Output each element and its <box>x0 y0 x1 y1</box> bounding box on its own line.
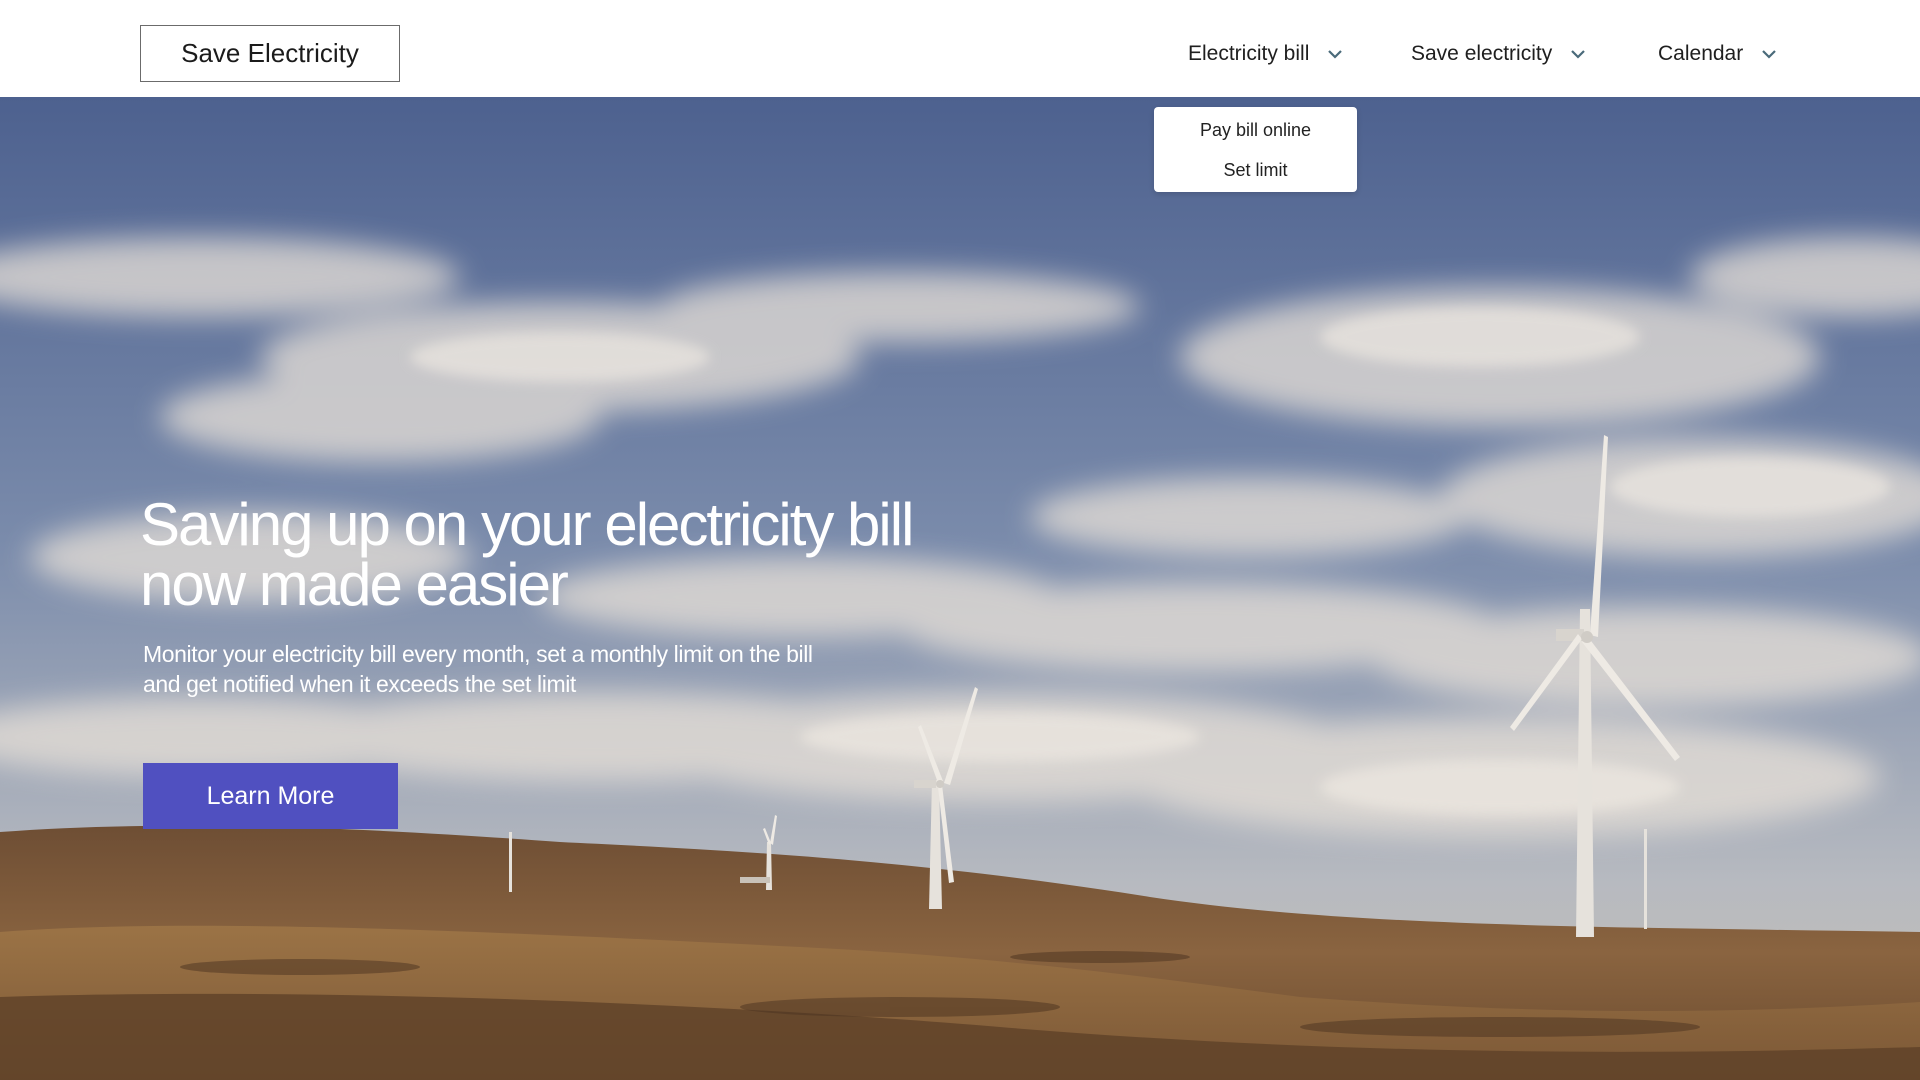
chevron-down-icon <box>1759 44 1779 64</box>
hero-subtext-line-1: Monitor your electricity bill every mont… <box>143 641 813 667</box>
nav-item-calendar[interactable]: Calendar <box>1658 30 1779 78</box>
hero-subtext: Monitor your electricity bill every mont… <box>143 639 843 699</box>
menu-item-pay-bill-online[interactable]: Pay bill online <box>1154 110 1357 150</box>
hero-headline-line-1: Saving up on your electricity bill <box>140 491 914 558</box>
nav-item-electricity-bill[interactable]: Electricity bill <box>1188 30 1345 78</box>
hero-subtext-line-2: and get notified when it exceeds the set… <box>143 671 576 697</box>
hero-headline: Saving up on your electricity bill now m… <box>140 495 1040 615</box>
hero-section: Saving up on your electricity bill now m… <box>0 97 1920 1080</box>
learn-more-button[interactable]: Learn More <box>143 763 398 829</box>
chevron-down-icon <box>1325 44 1345 64</box>
site-logo-text: Save Electricity <box>181 38 359 68</box>
hero-headline-line-2: now made easier <box>140 551 569 618</box>
learn-more-button-label: Learn More <box>206 781 335 810</box>
page: Save Electricity Electricity bill Save e… <box>0 0 1920 1080</box>
chevron-down-icon <box>1568 44 1588 64</box>
electricity-bill-dropdown-menu: Pay bill online Set limit <box>1154 107 1357 192</box>
nav-item-save-electricity[interactable]: Save electricity <box>1411 30 1588 78</box>
site-logo[interactable]: Save Electricity <box>140 25 400 82</box>
nav-item-label: Calendar <box>1658 42 1744 65</box>
menu-item-set-limit[interactable]: Set limit <box>1154 150 1357 190</box>
nav-item-label: Electricity bill <box>1188 42 1310 65</box>
top-navigation-bar: Save Electricity Electricity bill Save e… <box>0 0 1920 97</box>
nav-item-label: Save electricity <box>1411 42 1553 65</box>
